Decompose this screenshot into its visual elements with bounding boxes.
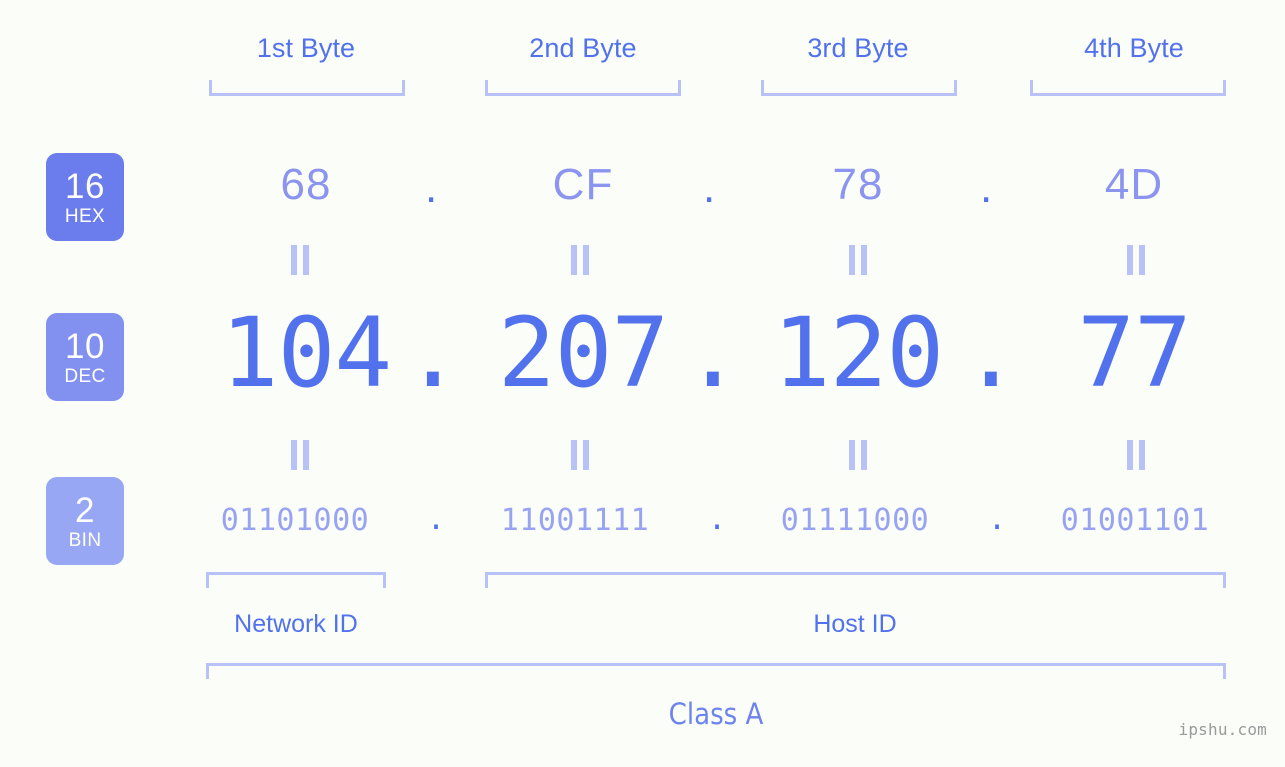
- bin-octet-4: 01001101: [1060, 503, 1210, 538]
- equality-mark-hex-dec-3: [847, 245, 869, 275]
- hex-octet-2: CF: [552, 160, 614, 209]
- dec-octet-4: 77: [1077, 297, 1192, 409]
- base-badge-hex-name: HEX: [64, 205, 106, 227]
- network-id-bracket: [206, 572, 386, 588]
- byte-bracket-1: [209, 80, 405, 96]
- bin-octet-3: 01111000: [780, 503, 930, 538]
- dec-separator-2: .: [684, 297, 742, 409]
- byte-header-1: 1st Byte: [256, 33, 356, 63]
- equality-mark-hex-dec-4: [1125, 245, 1147, 275]
- hex-separator-2: .: [703, 163, 716, 212]
- base-badge-dec-name: DEC: [64, 365, 106, 387]
- bin-octet-1: 01101000: [220, 503, 370, 538]
- hex-octet-4: 4D: [1104, 160, 1164, 209]
- dec-octet-3: 120: [772, 297, 944, 409]
- base-badge-dec-number: 10: [65, 326, 105, 366]
- equality-mark-dec-bin-3: [847, 440, 869, 470]
- base-badge-hex-number: 16: [65, 166, 105, 206]
- base-badge-bin-name: BIN: [68, 529, 102, 551]
- byte-bracket-4: [1030, 80, 1226, 96]
- base-badge-dec: 10 DEC: [46, 313, 124, 401]
- dec-separator-1: .: [404, 297, 462, 409]
- equality-mark-dec-bin-2: [569, 440, 591, 470]
- dec-separator-3: .: [962, 297, 1020, 409]
- equality-mark-hex-dec-1: [289, 245, 311, 275]
- byte-header-3: 3rd Byte: [807, 33, 909, 63]
- hex-octet-1: 68: [280, 160, 332, 209]
- hex-octet-3: 78: [832, 160, 884, 209]
- class-bracket: [206, 663, 1226, 679]
- equality-mark-dec-bin-1: [289, 440, 311, 470]
- host-id-bracket: [485, 572, 1226, 588]
- dec-octet-2: 207: [497, 297, 669, 409]
- bin-separator-3: .: [988, 502, 1007, 537]
- byte-bracket-2: [485, 80, 681, 96]
- base-badge-bin-number: 2: [75, 490, 95, 530]
- base-badge-bin: 2 BIN: [46, 477, 124, 565]
- host-id-label: Host ID: [813, 610, 897, 638]
- equality-mark-dec-bin-4: [1125, 440, 1147, 470]
- byte-header-2: 2nd Byte: [529, 33, 637, 63]
- base-badge-hex: 16 HEX: [46, 153, 124, 241]
- hex-separator-3: .: [980, 163, 993, 212]
- ip-address-breakdown-diagram: 1st Byte 2nd Byte 3rd Byte 4th Byte 16 H…: [0, 0, 1285, 767]
- dec-octet-1: 104: [220, 297, 392, 409]
- network-id-label: Network ID: [234, 610, 358, 638]
- byte-bracket-3: [761, 80, 957, 96]
- site-watermark: ipshu.com: [1178, 720, 1267, 739]
- equality-mark-hex-dec-2: [569, 245, 591, 275]
- bin-octet-2: 11001111: [500, 503, 650, 538]
- bin-separator-1: .: [427, 502, 446, 537]
- byte-header-4: 4th Byte: [1084, 33, 1184, 63]
- hex-separator-1: .: [425, 163, 438, 212]
- class-label: Class A: [668, 697, 764, 731]
- bin-separator-2: .: [708, 502, 727, 537]
